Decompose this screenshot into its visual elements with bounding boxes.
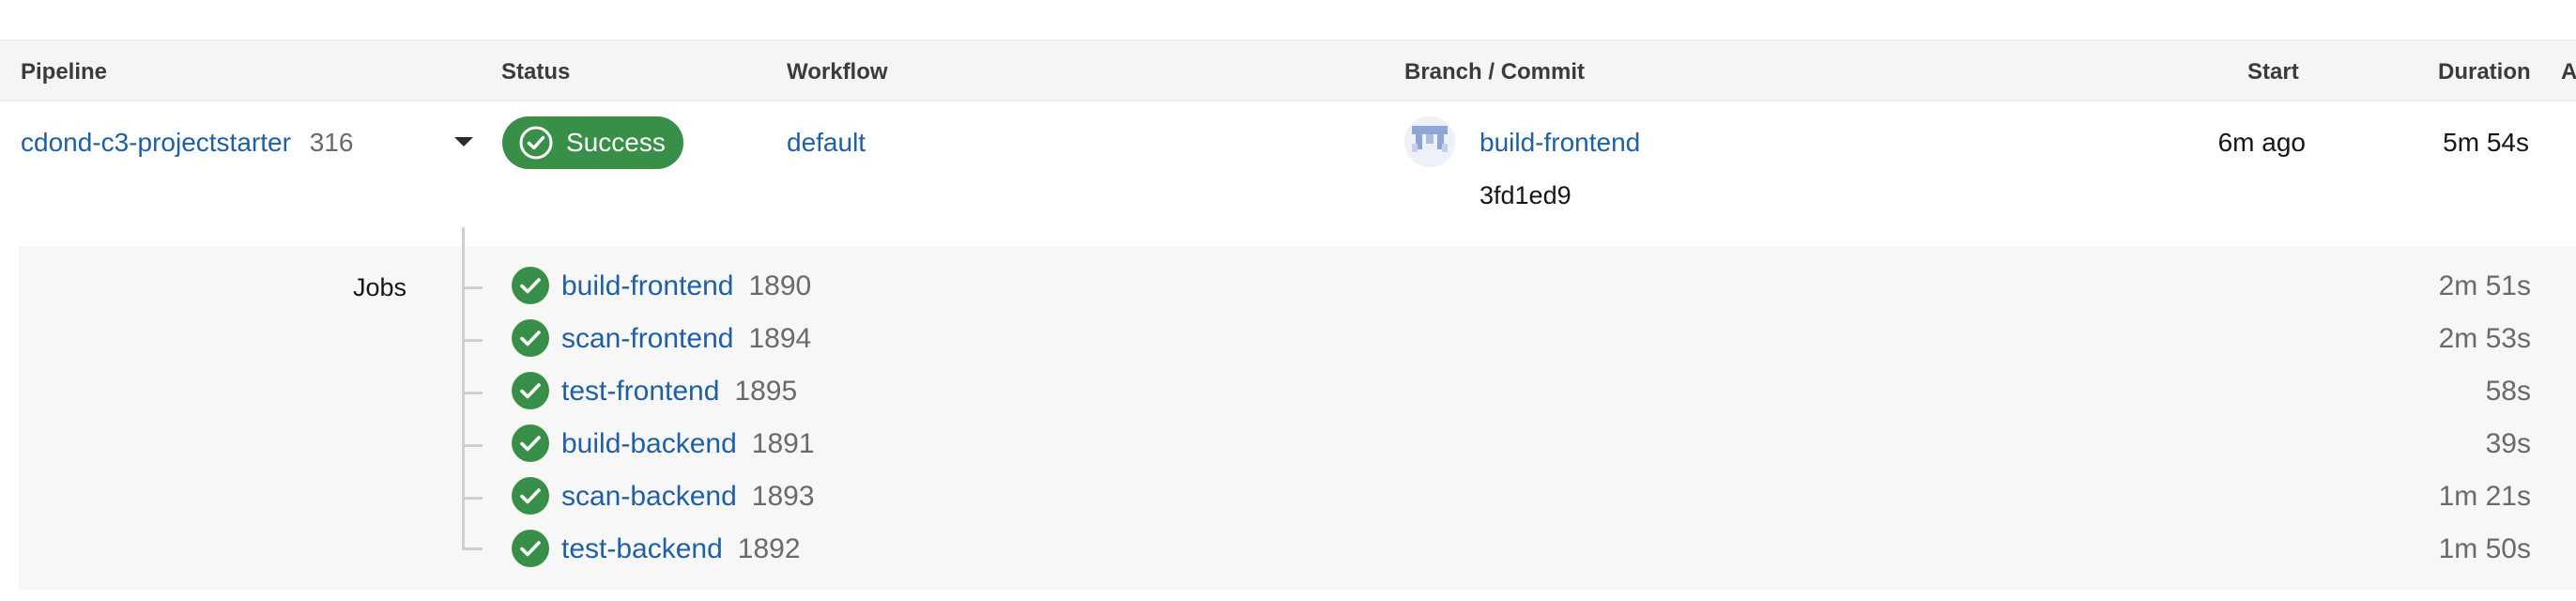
pipeline-number: 316 — [309, 128, 354, 157]
pipeline-cell: cdond-c3-projectstarter 316 — [21, 124, 353, 162]
header-branch-commit: Branch / Commit — [1404, 59, 1586, 85]
job-duration: 39s — [2485, 428, 2531, 459]
job-duration: 2m 51s — [2438, 270, 2531, 301]
job-row[interactable]: build-frontend 1890 2m 51s — [0, 260, 2576, 313]
header-start: Start — [2247, 59, 2299, 85]
job-name-link[interactable]: test-frontend — [561, 376, 719, 407]
pipeline-project-link[interactable]: cdond-c3-projectstarter — [21, 128, 291, 157]
job-name-link[interactable]: scan-frontend — [561, 323, 733, 354]
job-number: 1893 — [751, 481, 815, 512]
job-duration: 58s — [2485, 376, 2531, 407]
job-row[interactable]: test-frontend 1895 58s — [0, 365, 2576, 418]
job-number: 1895 — [734, 376, 798, 407]
job-duration: 1m 50s — [2438, 533, 2531, 564]
job-number: 1891 — [751, 428, 815, 459]
check-circle-icon — [512, 267, 549, 304]
job-row[interactable]: build-backend 1891 39s — [0, 418, 2576, 470]
job-number: 1894 — [748, 323, 812, 354]
avatar — [1404, 116, 1455, 167]
job-duration: 2m 53s — [2438, 323, 2531, 354]
job-number: 1892 — [737, 533, 801, 564]
header-actions: A — [2561, 59, 2576, 85]
header-status: Status — [501, 59, 571, 85]
identicon-avatar — [1404, 116, 1455, 167]
check-circle-icon — [512, 372, 549, 409]
job-row[interactable]: test-backend 1892 1m 50s — [0, 523, 2576, 576]
header-pipeline: Pipeline — [21, 59, 108, 85]
job-name-link[interactable]: build-backend — [561, 428, 737, 459]
pipelines-page: Pipeline Status Workflow Branch / Commit… — [0, 0, 2576, 601]
commit-hash[interactable]: 3fd1ed9 — [1480, 177, 1572, 214]
job-name-link[interactable]: scan-backend — [561, 481, 737, 512]
job-name-link[interactable]: test-backend — [561, 533, 723, 564]
header-workflow: Workflow — [787, 59, 888, 85]
chevron-down-icon[interactable] — [454, 137, 473, 146]
table-header: Pipeline Status Workflow Branch / Commit… — [0, 39, 2576, 101]
check-circle-icon — [512, 477, 549, 515]
job-row[interactable]: scan-backend 1893 1m 21s — [0, 470, 2576, 523]
status-label: Success — [566, 128, 666, 157]
check-circle-icon — [512, 424, 549, 462]
pipeline-start: 6m ago — [2217, 128, 2306, 157]
check-circle-icon — [519, 126, 553, 160]
job-row[interactable]: scan-frontend 1894 2m 53s — [0, 313, 2576, 365]
branch-link[interactable]: build-frontend — [1480, 124, 1640, 162]
job-name-link[interactable]: build-frontend — [561, 270, 733, 301]
workflow-link[interactable]: default — [787, 124, 866, 162]
status-badge[interactable]: Success — [502, 116, 683, 169]
pipeline-duration: 5m 54s — [2443, 128, 2529, 157]
check-circle-icon — [512, 319, 549, 357]
job-number: 1890 — [748, 270, 812, 301]
header-duration: Duration — [2438, 59, 2531, 85]
job-duration: 1m 21s — [2438, 481, 2531, 512]
check-circle-icon — [512, 530, 549, 567]
